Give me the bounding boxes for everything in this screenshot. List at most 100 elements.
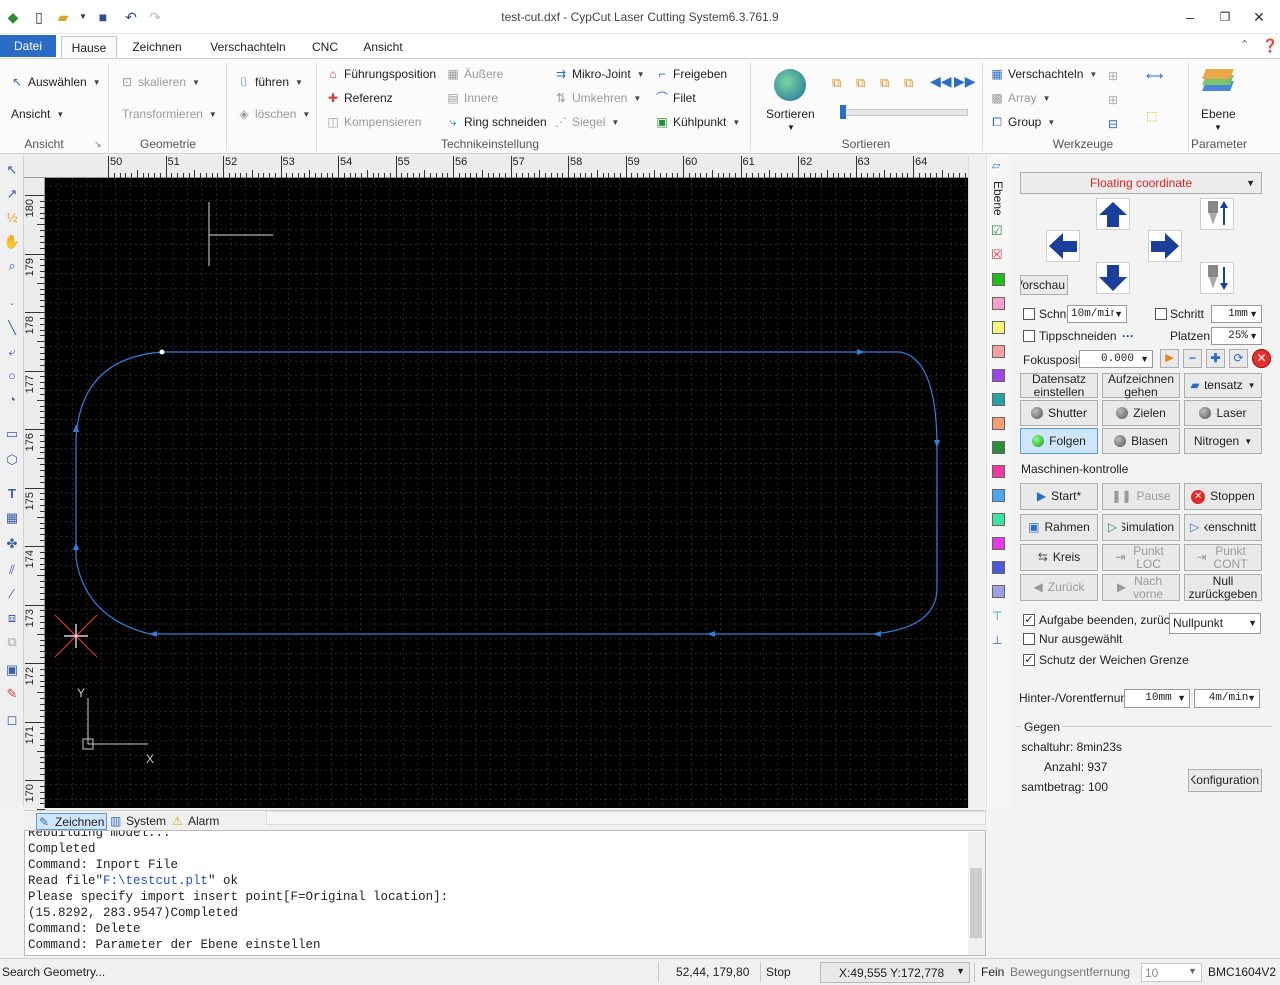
- rewind-icon[interactable]: ◀◀: [930, 73, 952, 90]
- layer-color-swatch[interactable]: [992, 417, 1005, 430]
- step-checkbox[interactable]: [1155, 308, 1167, 320]
- nest-button[interactable]: ▦ Verschachteln ▼: [990, 67, 1097, 81]
- fast-forward-icon[interactable]: ▶▶: [954, 73, 976, 90]
- polyline-icon[interactable]: ⤶: [3, 343, 21, 361]
- compensate-button[interactable]: ◫ Kompensieren: [326, 115, 421, 129]
- tab-home[interactable]: Hause: [61, 36, 117, 58]
- select-button[interactable]: ↖ Auswählen ▼: [10, 75, 101, 89]
- pan-hand-icon[interactable]: ✋: [3, 233, 21, 251]
- layer-color-swatch[interactable]: [992, 321, 1005, 334]
- layer-dropdown-icon[interactable]: ▼: [1214, 123, 1222, 132]
- blow-button[interactable]: Blasen: [1102, 428, 1180, 454]
- tab-output-draw[interactable]: ✎ Zeichnen: [36, 813, 108, 830]
- line-icon[interactable]: ╲: [3, 319, 21, 337]
- sort-icon-3[interactable]: ⧉: [880, 75, 889, 91]
- search-geometry-field[interactable]: Search Geometry...: [2, 965, 105, 979]
- release-button[interactable]: ⌐ Freigeben: [655, 67, 727, 81]
- layer-button[interactable]: Ebene: [1201, 107, 1236, 121]
- layer-color-swatch[interactable]: [992, 297, 1005, 310]
- micro-joint-button[interactable]: ⇉ Mikro-Joint ▼: [554, 67, 645, 81]
- dialog-launcher-icon[interactable]: ↘: [94, 139, 102, 150]
- layer-check-icon[interactable]: ☑: [991, 223, 1003, 239]
- tool-icon-2[interactable]: ⊞: [1108, 93, 1118, 107]
- plates-select[interactable]: 25% ▼: [1211, 327, 1262, 345]
- layer-color-swatch[interactable]: [992, 465, 1005, 478]
- close-icon[interactable]: ✕: [1244, 6, 1274, 28]
- cooling-point-button[interactable]: ▣ Kühlpunkt ▼: [655, 115, 740, 129]
- dataset-dropdown[interactable]: ▰Datensatz▼: [1184, 373, 1262, 398]
- task-end-checkbox[interactable]: ✓: [1023, 614, 1035, 626]
- move-down-button[interactable]: [1096, 262, 1130, 294]
- break-line-icon[interactable]: ⫽: [3, 561, 21, 579]
- machine-position[interactable]: X:49,555 Y:172,778 ▼: [820, 962, 970, 983]
- step-select[interactable]: 1mm ▼: [1211, 305, 1262, 323]
- measure-box-icon[interactable]: ◻: [3, 711, 21, 729]
- jog-cut-checkbox[interactable]: [1023, 330, 1035, 342]
- tab-output-alarm[interactable]: ⚠ Alarm: [170, 813, 219, 830]
- minimize-icon[interactable]: –: [1175, 6, 1205, 28]
- magic-wand-icon[interactable]: ✎: [3, 685, 21, 703]
- layer-color-swatch[interactable]: [992, 369, 1005, 382]
- sort-icon-4[interactable]: ⧉: [904, 75, 913, 91]
- scale-button[interactable]: ⊡ skalieren ▼: [120, 75, 200, 89]
- measure-icon[interactable]: ⟷: [1146, 69, 1163, 83]
- back-button[interactable]: ◀ Zurück: [1020, 574, 1098, 601]
- output-hscroll[interactable]: [266, 811, 986, 825]
- outer-button[interactable]: ▦ Äußere: [446, 67, 503, 81]
- puzzle-icon[interactable]: ✤: [3, 535, 21, 553]
- sort-icon-2[interactable]: ⧉: [856, 75, 865, 91]
- jog-cut-settings[interactable]: ···: [1122, 329, 1134, 343]
- tool-icon-1[interactable]: ⊞: [1108, 69, 1118, 83]
- simulation-button[interactable]: ▷ Simulation: [1102, 514, 1180, 541]
- transform-button[interactable]: Transformieren ▼: [122, 107, 217, 121]
- restore-icon[interactable]: ❐: [1210, 6, 1240, 28]
- lead-button[interactable]: ⌷ führen ▼: [237, 75, 303, 89]
- collapse-ribbon-icon[interactable]: ⌃: [1240, 38, 1249, 51]
- focus-cancel-icon[interactable]: ✕: [1252, 349, 1271, 368]
- set-data-button[interactable]: Datensatz einstellen: [1020, 372, 1098, 398]
- copy-icon[interactable]: ⧉: [3, 633, 21, 651]
- console-scrollbar[interactable]: [968, 832, 985, 955]
- tab-file[interactable]: Datei: [0, 35, 56, 57]
- zero-return-button[interactable]: Null zurückgeben: [1184, 574, 1262, 601]
- numbers-icon[interactable]: ½: [3, 209, 21, 227]
- focus-select[interactable]: 0.000 ▼: [1079, 350, 1153, 368]
- circle-icon[interactable]: ○: [3, 367, 21, 385]
- z-down-button[interactable]: [1200, 262, 1234, 294]
- trim-icon[interactable]: ⁄: [3, 585, 21, 603]
- lead-position-button[interactable]: ⌂ Führungsposition: [326, 67, 436, 81]
- z-up-button[interactable]: [1200, 198, 1234, 230]
- soft-limit-checkbox[interactable]: ✓: [1023, 654, 1035, 666]
- point-icon[interactable]: ·: [3, 295, 21, 313]
- tab-view[interactable]: Ansicht: [352, 36, 414, 58]
- layer-color-swatch[interactable]: [992, 537, 1005, 550]
- sort-icon-1[interactable]: ⧉: [832, 75, 841, 91]
- sort-slider[interactable]: [840, 109, 968, 116]
- layer-color-swatch[interactable]: [992, 393, 1005, 406]
- help-icon[interactable]: ❓: [1262, 38, 1278, 54]
- layer-stack-icon[interactable]: [1202, 67, 1234, 95]
- tab-draw[interactable]: Zeichnen: [124, 36, 190, 58]
- mirror-icon[interactable]: ⧈: [3, 609, 21, 627]
- speed-select[interactable]: 10m/min ▼: [1067, 305, 1127, 323]
- array-button[interactable]: ▩ Array ▼: [990, 91, 1050, 105]
- back-forth-distance-select[interactable]: 10mm ▼: [1124, 689, 1190, 708]
- inner-button[interactable]: ▤ Innere: [446, 91, 498, 105]
- tool-icon-3[interactable]: ⊟: [1108, 117, 1118, 131]
- point-loc-button[interactable]: ⇥ Punkt LOC: [1102, 544, 1180, 571]
- group-button[interactable]: ⧠ Group ▼: [990, 115, 1055, 129]
- sort-button[interactable]: Sortieren: [766, 107, 815, 121]
- circle-button[interactable]: ⇆ Kreis: [1020, 544, 1098, 571]
- pause-button[interactable]: ❚❚ Pause: [1102, 483, 1180, 510]
- sort-icon[interactable]: [774, 69, 806, 101]
- seal-button[interactable]: ⋰ Siegel ▼: [554, 115, 619, 129]
- gas-select[interactable]: Nitrogen ▼: [1184, 428, 1262, 454]
- drawing-canvas[interactable]: Y X: [45, 178, 968, 808]
- focus-plus-icon[interactable]: ✚: [1206, 349, 1225, 368]
- preview-button[interactable]: Vorschau: [1020, 275, 1068, 295]
- focus-play-icon[interactable]: ▶: [1160, 349, 1179, 368]
- reference-button[interactable]: ✚ Referenz: [326, 91, 393, 105]
- arc-icon[interactable]: ◔: [3, 391, 21, 409]
- canvas-scrollbar[interactable]: [968, 155, 985, 808]
- config-button[interactable]: Konfiguration: [1188, 769, 1262, 792]
